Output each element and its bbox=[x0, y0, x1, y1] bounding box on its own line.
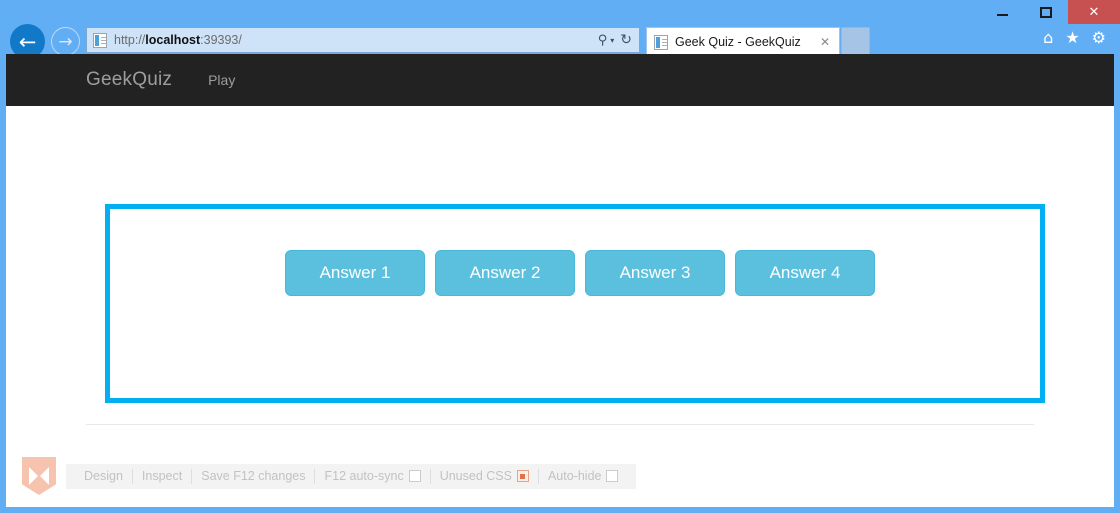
answers-row: Answer 1 Answer 2 Answer 3 Answer 4 bbox=[285, 250, 875, 296]
answer-button-4[interactable]: Answer 4 bbox=[735, 250, 875, 296]
browser-chrome: ✕ ← → http://localhost:39393/ ⚲ ▾ ↻ Geek… bbox=[0, 0, 1120, 59]
forward-button[interactable]: → bbox=[51, 27, 80, 56]
tab-favicon-icon bbox=[654, 34, 668, 50]
browser-link-save-f12-changes-button[interactable]: Save F12 changes bbox=[192, 469, 314, 483]
address-input[interactable]: http://localhost:39393/ bbox=[114, 33, 598, 47]
answer-button-1[interactable]: Answer 1 bbox=[285, 250, 425, 296]
page-favicon-icon bbox=[93, 32, 107, 48]
unused-css-record-icon[interactable] bbox=[516, 470, 529, 482]
page-content: Answer 1 Answer 2 Answer 3 Answer 4 © 20… bbox=[6, 106, 1114, 507]
browser-tab[interactable]: Geek Quiz - GeekQuiz ✕ bbox=[646, 27, 840, 56]
answer-button-2[interactable]: Answer 2 bbox=[435, 250, 575, 296]
browser-window: ✕ ← → http://localhost:39393/ ⚲ ▾ ↻ Geek… bbox=[0, 0, 1120, 513]
close-icon: ✕ bbox=[1088, 4, 1100, 20]
window-frame-right bbox=[1114, 54, 1120, 513]
browser-link-design-label: Design bbox=[84, 469, 123, 483]
browser-link-unused-css-item[interactable]: Unused CSS bbox=[431, 469, 538, 483]
browser-link-toolbar: Design Inspect Save F12 changes F12 auto… bbox=[66, 463, 637, 489]
visual-studio-glyph-icon bbox=[29, 467, 49, 485]
browser-link-inspect-label: Inspect bbox=[141, 469, 183, 483]
nav-link-play[interactable]: Play bbox=[208, 72, 235, 88]
answer-button-4-label: Answer 4 bbox=[769, 263, 841, 282]
visual-studio-logo[interactable] bbox=[22, 457, 56, 495]
tab-title: Geek Quiz - GeekQuiz bbox=[675, 35, 801, 49]
browser-link-inspect-button[interactable]: Inspect bbox=[133, 469, 191, 483]
auto-hide-checkbox[interactable] bbox=[606, 470, 619, 482]
answer-button-1-label: Answer 1 bbox=[319, 263, 391, 282]
maximize-icon bbox=[1040, 6, 1052, 18]
page-viewport: GeekQuiz Play Answer 1 Answer 2 Answer 3 bbox=[6, 54, 1114, 507]
answer-button-3-label: Answer 3 bbox=[619, 263, 691, 282]
chevron-down-icon[interactable]: ▾ bbox=[610, 36, 614, 45]
browser-link-auto-hide-item[interactable]: Auto-hide bbox=[539, 469, 628, 483]
address-host: localhost bbox=[145, 33, 201, 47]
browser-link-f12-auto-sync-item[interactable]: F12 auto-sync bbox=[315, 469, 429, 483]
address-rest: :39393/ bbox=[200, 33, 242, 47]
site-brand[interactable]: GeekQuiz bbox=[86, 69, 172, 91]
window-frame-bottom bbox=[0, 507, 1120, 513]
browser-link-bar: Design Inspect Save F12 changes F12 auto… bbox=[6, 445, 1114, 507]
maximize-button[interactable] bbox=[1024, 0, 1068, 24]
browser-link-f12-auto-sync-label: F12 auto-sync bbox=[324, 469, 404, 483]
forward-arrow-icon: → bbox=[58, 31, 73, 52]
browser-link-auto-hide-label: Auto-hide bbox=[547, 469, 602, 483]
site-navbar: GeekQuiz Play bbox=[6, 54, 1114, 106]
answers-panel: Answer 1 Answer 2 Answer 3 Answer 4 bbox=[105, 204, 1045, 403]
answer-button-3[interactable]: Answer 3 bbox=[585, 250, 725, 296]
favorites-icon[interactable]: ★ bbox=[1065, 28, 1079, 47]
new-tab-button[interactable] bbox=[841, 27, 870, 56]
back-arrow-icon: ← bbox=[18, 29, 37, 54]
browser-link-design-button[interactable]: Design bbox=[75, 469, 132, 483]
settings-gear-icon[interactable]: ⚙ bbox=[1092, 28, 1106, 47]
chrome-toolbar-icons: ⌂ ★ ⚙ bbox=[1043, 28, 1106, 47]
close-window-button[interactable]: ✕ bbox=[1068, 0, 1120, 24]
tab-close-icon[interactable]: ✕ bbox=[816, 35, 839, 49]
address-bar[interactable]: http://localhost:39393/ ⚲ ▾ ↻ bbox=[86, 27, 640, 53]
browser-link-unused-css-label: Unused CSS bbox=[439, 469, 512, 483]
home-icon[interactable]: ⌂ bbox=[1043, 28, 1053, 47]
search-icon[interactable]: ⚲ bbox=[598, 33, 608, 48]
minimize-icon bbox=[996, 14, 1008, 16]
f12-auto-sync-checkbox[interactable] bbox=[408, 470, 421, 482]
refresh-icon[interactable]: ↻ bbox=[617, 32, 632, 48]
footer-divider bbox=[86, 424, 1034, 425]
window-controls: ✕ bbox=[980, 0, 1120, 24]
window-frame-left bbox=[0, 54, 6, 513]
minimize-button[interactable] bbox=[980, 0, 1024, 24]
answer-button-2-label: Answer 2 bbox=[469, 263, 541, 282]
address-bar-icons: ⚲ ▾ ↻ bbox=[598, 32, 639, 48]
browser-link-save-f12-changes-label: Save F12 changes bbox=[201, 469, 306, 483]
